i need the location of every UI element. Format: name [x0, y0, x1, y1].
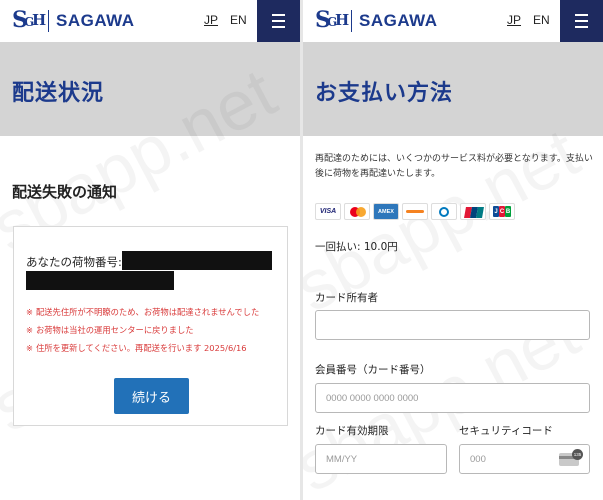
mastercard-icon	[344, 203, 370, 220]
notice-message-text: 配送先住所が不明瞭のため、お荷物は配達されませんでした	[35, 307, 260, 317]
notice-message: ※ 住所を更新してください。再配送を行います 2025/6/16	[26, 339, 284, 357]
continue-button[interactable]: 続ける	[114, 378, 189, 414]
payment-method-screen: S G H SAGAWA JP EN お支払い方法 sbapp.net sbap…	[303, 0, 603, 500]
delivery-status-screen: S G H SAGAWA JP EN 配送状況 sbapp.net sbapp.…	[0, 0, 300, 500]
amex-icon: AMEX	[373, 203, 399, 220]
jcb-letter: B	[505, 206, 511, 217]
sagawa-logo[interactable]: S G H SAGAWA	[315, 7, 438, 33]
expiry-input[interactable]: MM/YY	[315, 444, 447, 474]
lang-en-link[interactable]: EN	[230, 13, 247, 27]
menu-bar-icon	[575, 20, 588, 22]
logo-mark-h: H	[335, 11, 350, 29]
card-number-label: 会員番号（カード番号）	[315, 364, 431, 376]
cvv-label: セキュリティコード	[459, 425, 553, 437]
menu-bar-icon	[272, 26, 285, 28]
notice-message: ※ 配送先住所が不明瞭のため、お荷物は配達されませんでした	[26, 303, 284, 321]
menu-bar-icon	[272, 20, 285, 22]
redacted-tracking-number	[122, 251, 272, 270]
page-title: お支払い方法	[303, 42, 603, 136]
notice-message-text: お荷物は当社の運用センターに戻りました	[35, 325, 194, 335]
lang-jp-link[interactable]: JP	[507, 13, 521, 27]
hamburger-menu-button[interactable]	[257, 0, 300, 42]
menu-bar-icon	[575, 14, 588, 16]
page-title: 配送状況	[0, 42, 300, 136]
payment-amount: 一回払い: 10.0円	[315, 241, 398, 253]
card-brand-logos: VISA AMEX J C B	[315, 203, 515, 220]
cardholder-input[interactable]	[315, 310, 590, 340]
logo-divider	[351, 10, 352, 32]
asterisk-icon: ※	[26, 325, 33, 335]
header: S G H SAGAWA JP EN	[0, 0, 300, 42]
notice-message: ※ お荷物は当社の運用センターに戻りました	[26, 321, 284, 339]
notice-message-text: 住所を更新してください。再配送を行います 2025/6/16	[35, 343, 247, 353]
redacted-tracking-number	[26, 271, 174, 290]
discover-icon	[402, 203, 428, 220]
unionpay-icon	[460, 203, 486, 220]
sagawa-logo[interactable]: S G H SAGAWA	[12, 7, 135, 33]
brand-name: SAGAWA	[56, 11, 135, 30]
lang-en-link[interactable]: EN	[533, 13, 550, 27]
expiry-label: カード有効期限	[315, 425, 389, 437]
tracking-number-label: あなたの荷物番号:	[26, 255, 122, 269]
payment-intro-text: 再配達のためには、いくつかのサービス料が必要となります。支払い後に荷物を再配達い…	[315, 154, 593, 179]
notice-heading: 配送失敗の通知	[12, 183, 118, 201]
amex-text: AMEX	[378, 208, 394, 215]
lang-jp-link[interactable]: JP	[204, 13, 218, 27]
notice-card: あなたの荷物番号: ※ 配送先住所が不明瞭のため、お荷物は配達されませんでした ※…	[13, 226, 288, 426]
asterisk-icon: ※	[26, 307, 33, 317]
cvv-badge-icon: 135	[572, 449, 583, 460]
asterisk-icon: ※	[26, 343, 33, 353]
hamburger-menu-button[interactable]	[560, 0, 603, 42]
menu-bar-icon	[575, 26, 588, 28]
brand-name: SAGAWA	[359, 11, 438, 30]
sgh-logo-mark: S G H	[315, 7, 350, 33]
menu-bar-icon	[272, 14, 285, 16]
card-number-input[interactable]: 0000 0000 0000 0000	[315, 383, 590, 413]
logo-divider	[48, 10, 49, 32]
diners-club-icon	[431, 203, 457, 220]
visa-text: VISA	[319, 208, 337, 215]
logo-mark-h: H	[32, 11, 47, 29]
header: S G H SAGAWA JP EN	[303, 0, 603, 42]
cvv-placeholder: 000	[470, 453, 486, 465]
visa-icon: VISA	[315, 203, 341, 220]
notice-messages: ※ 配送先住所が不明瞭のため、お荷物は配達されませんでした ※ お荷物は当社の運用セ…	[26, 303, 284, 357]
jcb-icon: J C B	[489, 203, 515, 220]
sgh-logo-mark: S G H	[12, 7, 47, 33]
cardholder-label: カード所有者	[315, 292, 378, 304]
cvv-input[interactable]: 000 135	[459, 444, 590, 474]
